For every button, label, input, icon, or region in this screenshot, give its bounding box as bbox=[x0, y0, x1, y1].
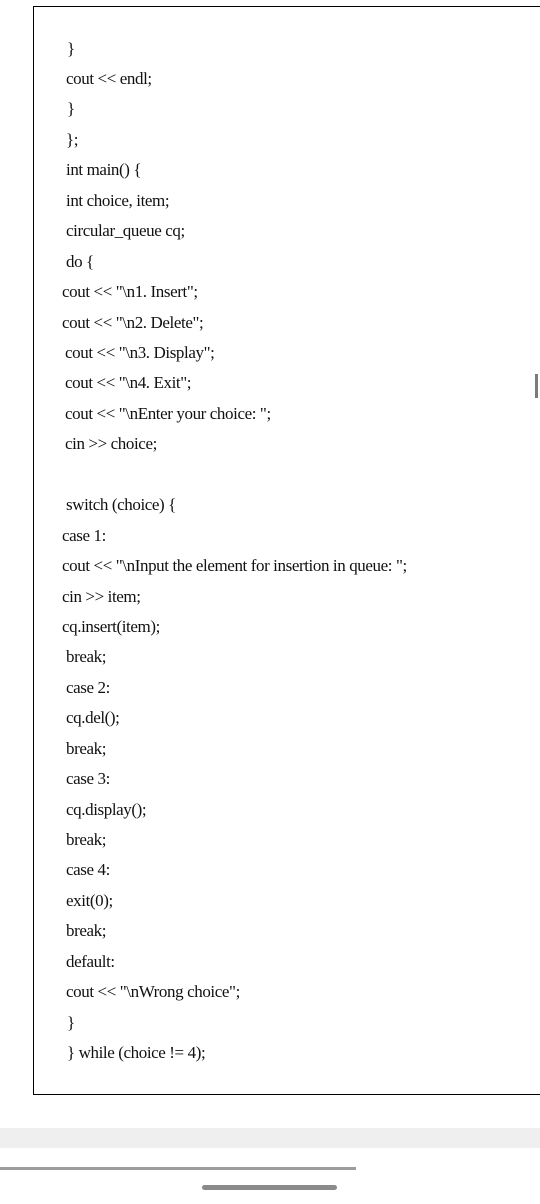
code-line: } bbox=[67, 99, 75, 118]
code-line: cq.del(); bbox=[66, 708, 120, 727]
code-line: cout << "\n1. Insert"; bbox=[62, 282, 198, 301]
code-line: case 3: bbox=[66, 769, 110, 788]
scrollbar-thumb[interactable] bbox=[535, 374, 538, 398]
code-line: }; bbox=[66, 130, 79, 149]
code-line: break; bbox=[66, 921, 107, 940]
code-line: default: bbox=[66, 952, 115, 971]
code-line: case 1: bbox=[62, 526, 106, 545]
code-line: cout << "\nEnter your choice: "; bbox=[65, 404, 271, 423]
code-line: break; bbox=[66, 830, 107, 849]
home-indicator[interactable] bbox=[202, 1185, 337, 1190]
code-line: int choice, item; bbox=[66, 191, 170, 210]
code-line: } bbox=[67, 1013, 75, 1032]
code-line: } while (choice != 4); bbox=[67, 1043, 206, 1062]
code-line: cout << endl; bbox=[66, 69, 152, 88]
code-line: cout << "\n4. Exit"; bbox=[65, 373, 192, 392]
code-line: case 2: bbox=[66, 678, 110, 697]
code-line: } bbox=[67, 39, 75, 58]
code-line: circular_queue cq; bbox=[66, 221, 185, 240]
code-line: int main() { bbox=[66, 160, 142, 179]
code-line: cin >> item; bbox=[62, 587, 141, 606]
code-line: cin >> choice; bbox=[65, 434, 157, 453]
code-line: cout << "\n3. Display"; bbox=[65, 343, 215, 362]
code-line: cout << "\nWrong choice"; bbox=[66, 982, 240, 1001]
code-line: break; bbox=[66, 647, 107, 666]
code-line: do { bbox=[66, 252, 94, 271]
code-line: break; bbox=[66, 739, 107, 758]
code-line: switch (choice) { bbox=[66, 495, 176, 514]
code-line: exit(0); bbox=[66, 891, 113, 910]
bottom-divider-band bbox=[0, 1128, 540, 1148]
code-line: cout << "\nInput the element for inserti… bbox=[62, 556, 407, 575]
code-document: } cout << endl; } }; int main() { int ch… bbox=[33, 6, 540, 1095]
code-line: cq.insert(item); bbox=[62, 617, 160, 636]
code-line: cout << "\n2. Delete"; bbox=[62, 313, 204, 332]
progress-bar bbox=[0, 1167, 356, 1170]
code-line: cq.display(); bbox=[66, 800, 147, 819]
code-line: case 4: bbox=[66, 860, 110, 879]
